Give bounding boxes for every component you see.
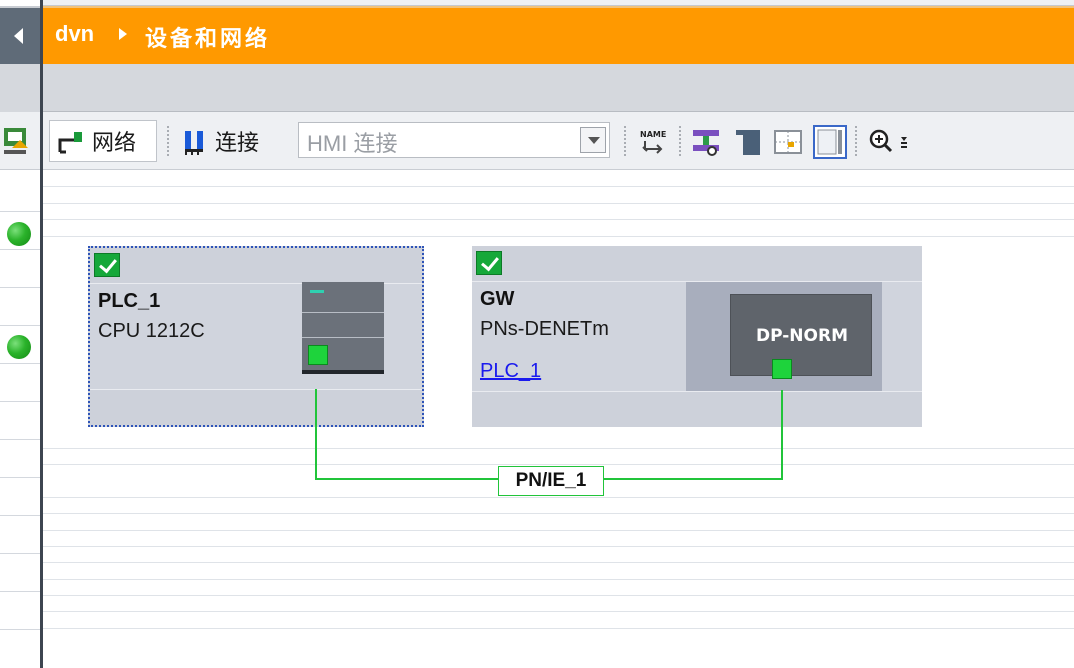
grid-line <box>43 497 1074 498</box>
devices-and-networks-window: dvn 设备和网络 网络 连接 HMI 连接 NAME PLC_1 CPU 12… <box>0 0 1074 668</box>
io-controller-link[interactable]: PLC_1 <box>480 360 541 383</box>
grid-line <box>43 186 1074 187</box>
profinet-port[interactable] <box>772 359 792 379</box>
toolbar-separator <box>679 126 681 156</box>
module-base <box>302 370 384 374</box>
grid-line <box>43 595 1074 596</box>
connection-type-dropdown-button[interactable] <box>580 127 606 153</box>
grid-line <box>43 562 1074 563</box>
strip-row <box>0 592 40 630</box>
network-view-toolbar: 网络 连接 HMI 连接 NAME <box>43 112 1074 170</box>
left-toolbar <box>0 112 40 170</box>
device-footer <box>472 391 922 427</box>
toolbar-separator <box>624 126 626 156</box>
device-header <box>90 248 422 284</box>
device-header <box>472 246 922 282</box>
module-stripe <box>302 337 384 338</box>
strip-row <box>0 326 40 364</box>
svg-text:NAME: NAME <box>640 130 666 139</box>
network-mode-button[interactable]: 网络 <box>49 120 157 162</box>
device-name: PLC_1 <box>98 290 161 312</box>
grid-line <box>43 546 1074 547</box>
breadcrumb-project[interactable]: dvn <box>55 21 94 47</box>
strip-row <box>0 170 40 212</box>
grid-line <box>43 236 1074 237</box>
grid-line <box>43 448 1074 449</box>
grid-line <box>43 611 1074 612</box>
profinet-port[interactable] <box>308 345 328 365</box>
strip-row <box>0 554 40 592</box>
grid-layout-icon[interactable] <box>773 127 803 157</box>
grid-line <box>43 628 1074 629</box>
breadcrumb-current: 设备和网络 <box>145 26 271 51</box>
device-type: PNs-DENETm <box>480 318 609 340</box>
grid-line <box>43 203 1074 204</box>
grid-line <box>43 530 1074 531</box>
chevron-down-icon <box>588 137 600 144</box>
module-led <box>310 290 324 293</box>
network-mode-label: 网络 <box>92 130 137 155</box>
connections-mode-button[interactable]: 连接 <box>177 120 287 162</box>
zoom-icon[interactable] <box>867 127 915 157</box>
device-name: GW <box>480 288 515 310</box>
grid-line <box>43 219 1074 220</box>
status-ok-icon <box>94 253 120 277</box>
go-online-icon[interactable] <box>0 112 40 170</box>
strip-row <box>0 250 40 288</box>
connections-mode-label: 连接 <box>215 130 260 155</box>
gateway-module[interactable]: DP-NORM <box>730 294 872 376</box>
status-ok-icon <box>7 222 31 246</box>
module-label: DP-NORM <box>755 326 848 346</box>
device-plc[interactable]: PLC_1 CPU 1212C <box>88 246 424 427</box>
subnet-name-label[interactable]: PN/IE_1 <box>498 466 604 496</box>
network-icon <box>58 132 82 154</box>
connection-type-select[interactable]: HMI 连接 <box>298 122 610 158</box>
breadcrumb-arrow-icon <box>119 28 127 40</box>
toolbar-separator <box>855 126 857 156</box>
collapse-project-tree-button[interactable] <box>0 6 40 64</box>
grid-line <box>43 513 1074 514</box>
subnet-line[interactable] <box>781 390 783 479</box>
strip-row <box>0 288 40 326</box>
module-stripe <box>302 312 384 313</box>
strip-row <box>0 478 40 516</box>
breadcrumb: dvn 设备和网络 <box>43 6 1074 64</box>
strip-row <box>0 364 40 402</box>
overview-pane-icon[interactable] <box>813 125 847 159</box>
status-ok-icon <box>476 251 502 275</box>
editor-tab-band <box>43 64 1074 112</box>
device-gateway[interactable]: GW PNs-DENETm PLC_1 DP-NORM <box>472 246 922 427</box>
toolbar-separator <box>167 126 169 156</box>
device-footer <box>90 389 422 425</box>
network-canvas[interactable]: PLC_1 CPU 1212C GW PNs-DENETm PLC_1 DP-N… <box>43 170 1074 668</box>
left-band <box>0 64 40 112</box>
strip-row <box>0 516 40 554</box>
strip-row <box>0 440 40 478</box>
subnet-line[interactable] <box>315 389 317 479</box>
module-view-icon[interactable] <box>733 127 763 157</box>
show-names-icon[interactable]: NAME <box>639 127 669 157</box>
device-type: CPU 1212C <box>98 320 205 342</box>
editor-header: dvn 设备和网络 <box>0 0 1074 64</box>
strip-row <box>0 402 40 440</box>
connections-icon <box>185 131 203 155</box>
grid-line <box>43 579 1074 580</box>
highlight-io-system-icon[interactable] <box>691 127 721 157</box>
grid-line <box>43 464 1074 465</box>
chevron-left-icon <box>14 28 23 44</box>
